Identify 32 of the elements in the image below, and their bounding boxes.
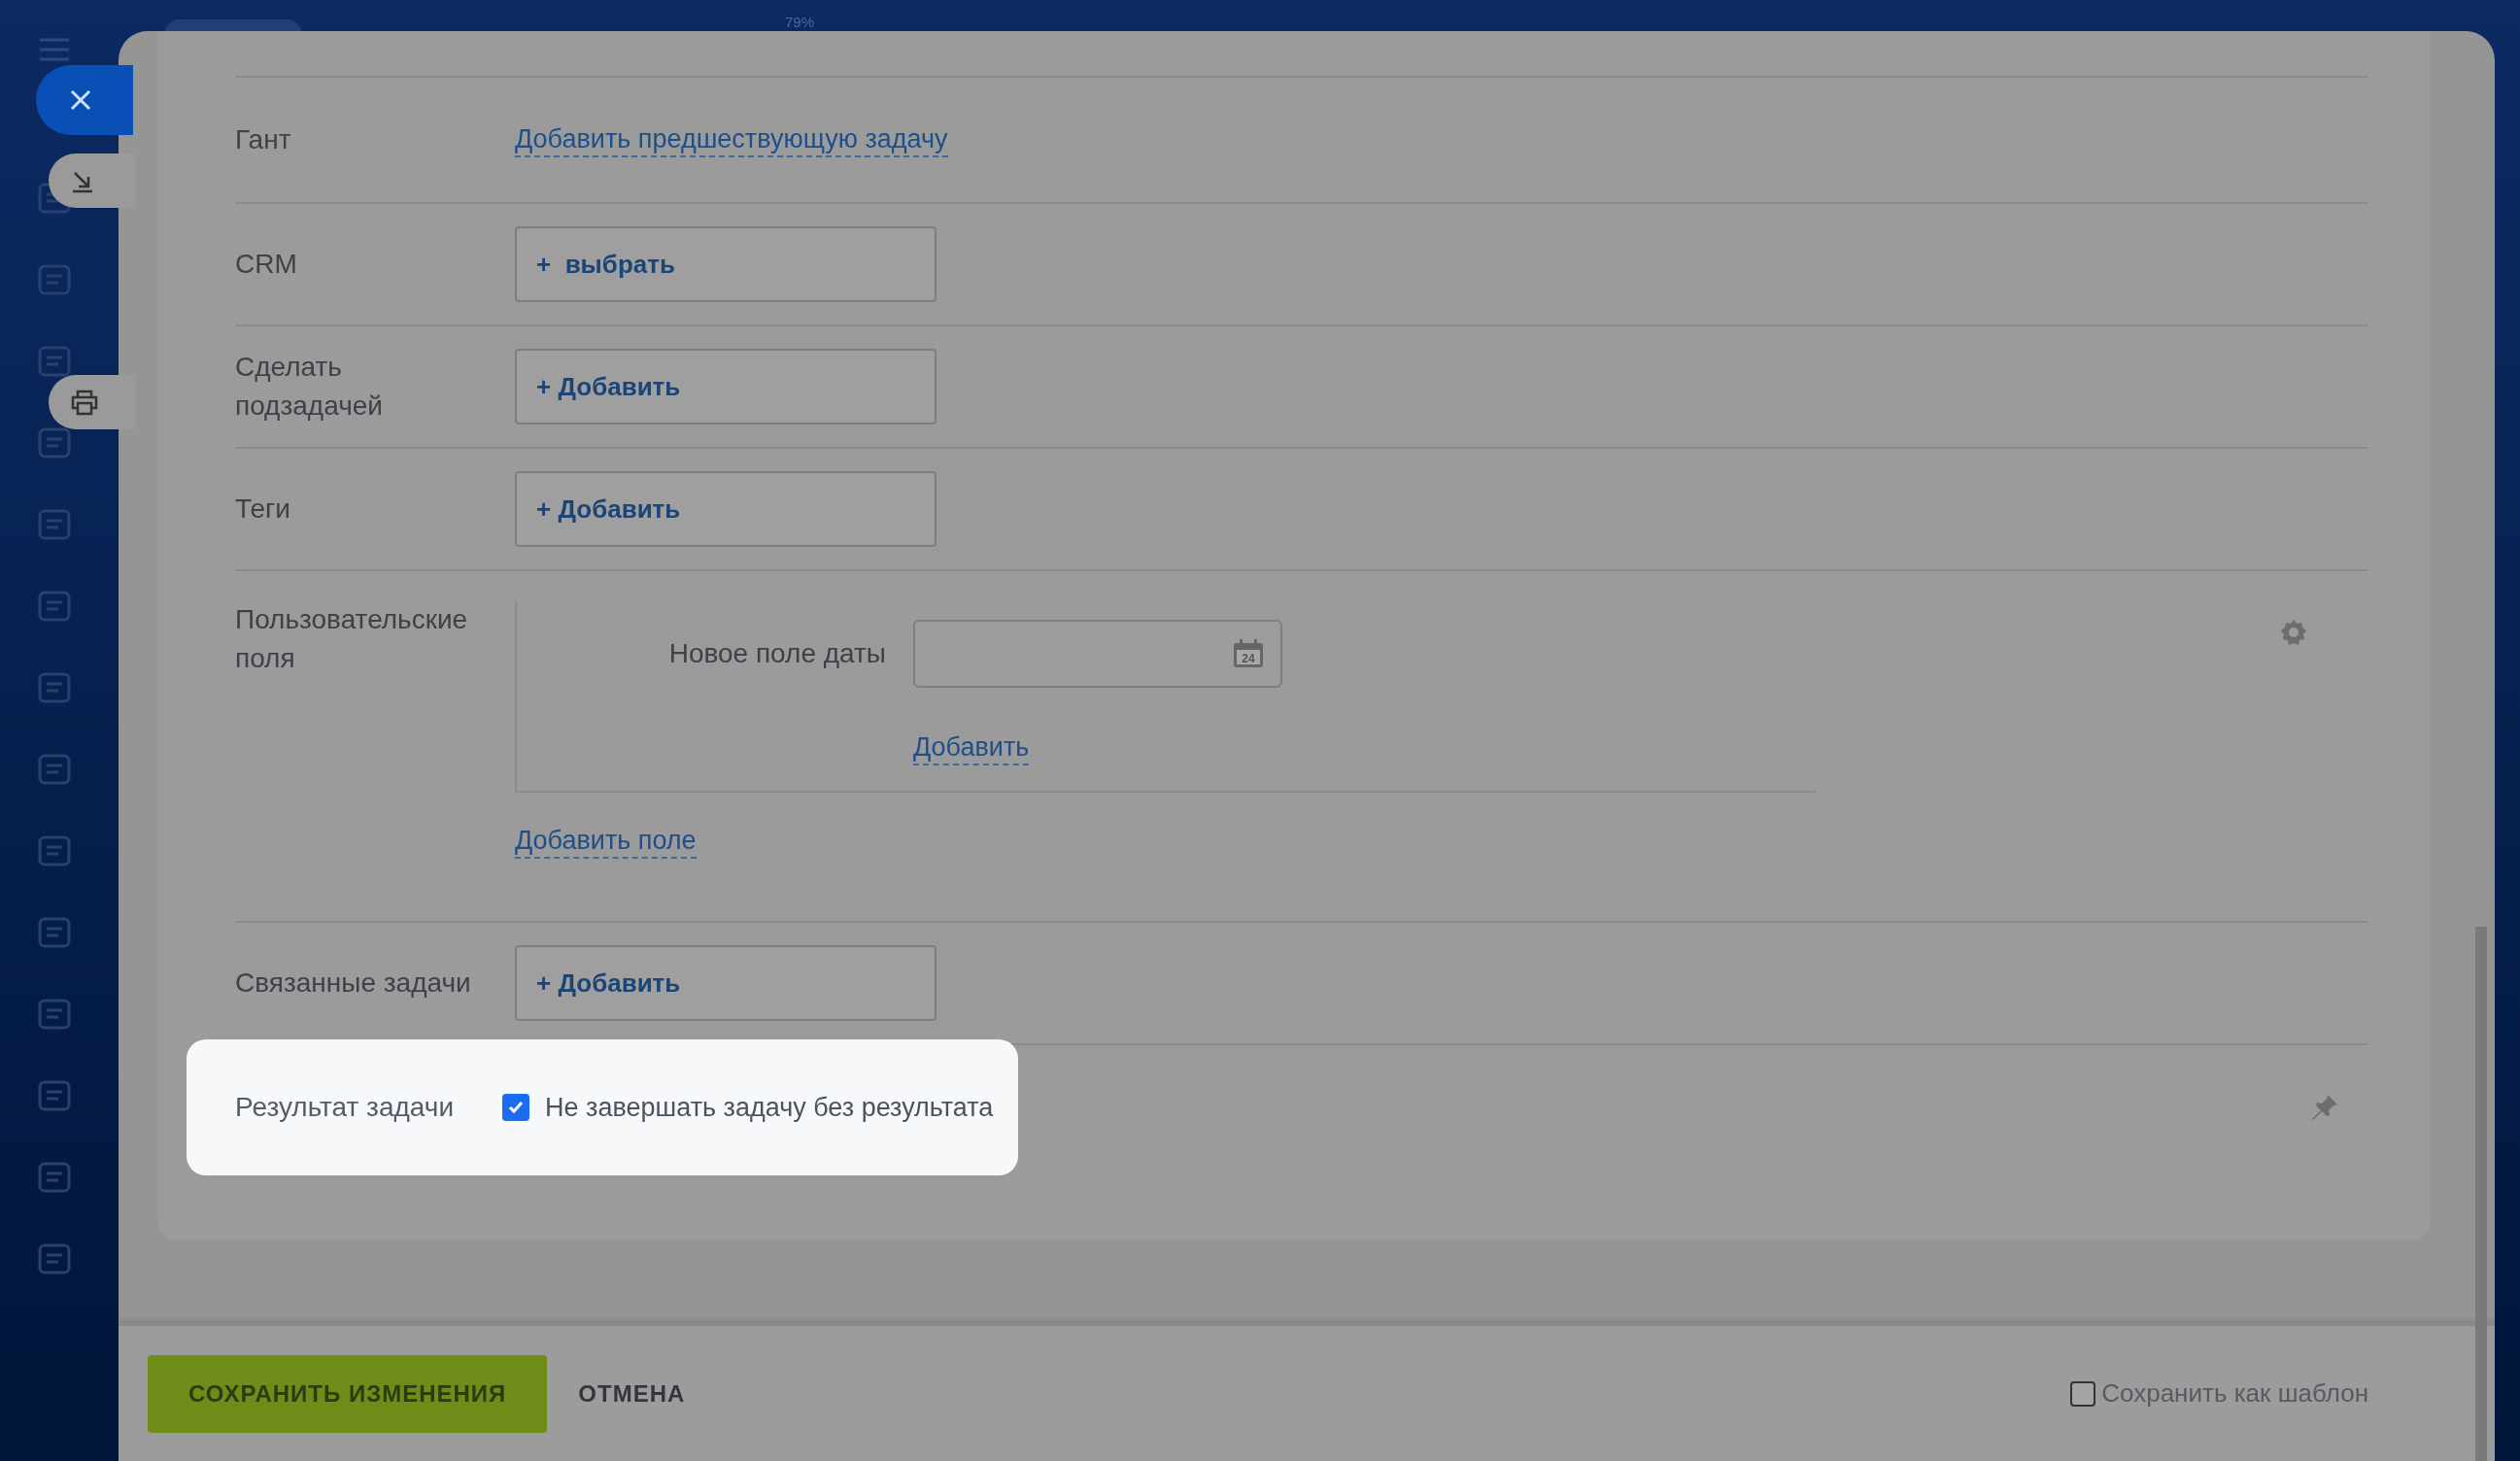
close-button[interactable] — [36, 65, 133, 135]
field-label: Результат задачи — [235, 1091, 456, 1124]
checkbox[interactable] — [502, 1094, 530, 1121]
checkbox[interactable] — [2070, 1380, 2096, 1407]
add-button[interactable]: + Добавить — [515, 471, 936, 547]
scrollbar[interactable] — [2475, 927, 2487, 1461]
add-link[interactable]: Добавить — [913, 730, 1030, 765]
save-button[interactable]: СОХРАНИТЬ ИЗМЕНЕНИЯ — [148, 1354, 548, 1433]
checkbox-label: Сохранить как шаблон — [2101, 1378, 2368, 1409]
cancel-button[interactable]: ОТМЕНА — [572, 1378, 692, 1409]
collapse-button[interactable] — [49, 153, 136, 208]
field-label: Сделать подзадачей — [235, 351, 384, 423]
menu-icon[interactable] — [38, 37, 71, 62]
add-button[interactable]: + Добавить — [515, 945, 936, 1021]
zoom-label: 79% — [785, 14, 815, 30]
field-label: Теги — [235, 493, 291, 526]
pin-icon[interactable] — [2310, 1093, 2339, 1122]
field-label: CRM — [235, 248, 298, 281]
add-button[interactable]: + выбрать — [515, 226, 936, 302]
field-label: Связанные задачи — [235, 967, 472, 1000]
add-field-link[interactable]: Добавить поле — [515, 824, 697, 859]
field-label: Гант — [235, 123, 292, 156]
date-input-field[interactable]: 24 — [913, 620, 1282, 688]
date-field-label: Новое поле даты — [667, 638, 886, 669]
printer-icon — [70, 389, 99, 416]
add-predecessor-link[interactable]: Добавить предшествующую задачу — [515, 122, 948, 157]
settings-icon[interactable] — [2279, 618, 2308, 647]
print-button[interactable] — [49, 375, 136, 429]
field-label: Пользовательские поля — [235, 603, 469, 675]
close-icon — [68, 87, 93, 113]
add-button[interactable]: + Добавить — [515, 349, 936, 425]
checkbox-label: Не завершать задачу без результата — [545, 1092, 994, 1123]
